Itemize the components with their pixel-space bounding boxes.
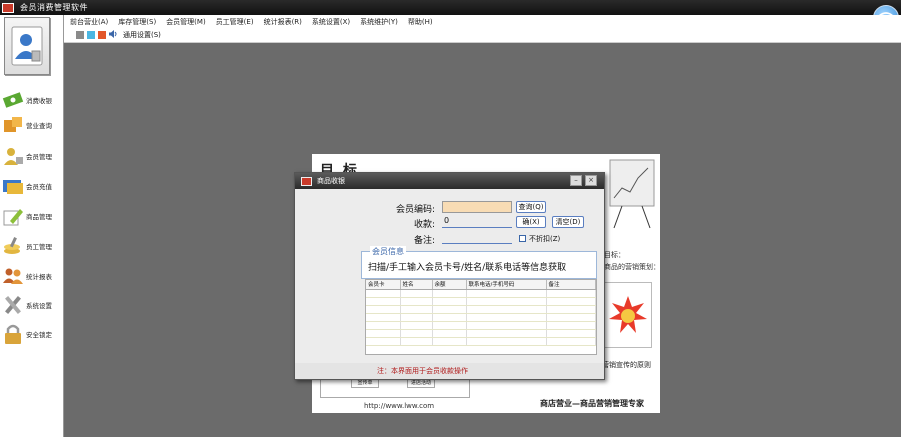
member-icon — [2, 145, 24, 167]
dialog-app-icon — [301, 176, 312, 186]
sidebar-item-staff[interactable]: 员工管理 — [2, 233, 62, 259]
menu-item-stock[interactable]: 库存管理(S) — [118, 17, 156, 27]
member-info-caption: 会员信息 — [370, 246, 406, 257]
col-card[interactable]: 会员卡 — [366, 280, 401, 290]
close-button[interactable]: × — [585, 175, 597, 186]
window-title: 会员消费管理软件 — [20, 3, 88, 12]
member-table: 会员卡 姓名 余额 联系电话/手机号码 备注 — [365, 279, 597, 355]
app-icon — [2, 2, 14, 13]
coins-icon — [2, 235, 24, 257]
menu-item-member[interactable]: 会员管理(M) — [166, 17, 206, 27]
title-bar: 会员消费管理软件 — [0, 0, 901, 15]
amount-input[interactable]: 0 — [442, 216, 512, 228]
table-row[interactable] — [366, 337, 596, 346]
table-row[interactable] — [366, 289, 596, 298]
doc-url: http://www.lww.com — [364, 402, 435, 410]
sidebar: 消费收银 营业查询 会员管理 会员充值 商品管理 员工管理 统计报表 系统设置 … — [0, 15, 64, 437]
money-icon — [2, 89, 24, 111]
amount-label: 收款: — [413, 220, 435, 230]
minimize-button[interactable]: – — [570, 175, 582, 186]
sidebar-item-sales-query[interactable]: 营业查询 — [2, 112, 62, 138]
checkout-dialog: 商品收银 – × 会员编码: 查询(Q) 收款: 0 确(X) 清空(D) 备注… — [294, 172, 605, 380]
lock-icon — [2, 323, 24, 345]
note-label: 备注: — [413, 236, 435, 246]
doc-activity-button: 进店活动 — [407, 379, 435, 388]
menu-bar: 前台营业(A) 库存管理(S) 会员管理(M) 员工管理(E) 统计报表(R) … — [64, 15, 901, 43]
chart-easel-icon — [608, 158, 656, 230]
dialog-title-bar: 商品收银 — [295, 173, 604, 189]
menu-items: 前台营业(A) 库存管理(S) 会员管理(M) 员工管理(E) 统计报表(R) … — [70, 17, 433, 27]
note-input[interactable] — [442, 232, 512, 244]
sidebar-item-checkout[interactable]: 消费收银 — [2, 87, 62, 113]
col-name[interactable]: 姓名 — [400, 280, 433, 290]
member-no-input[interactable] — [442, 201, 512, 213]
col-remark[interactable]: 备注 — [546, 280, 596, 290]
orange-square-icon[interactable] — [98, 31, 106, 39]
toolbar: 通用设置(S) — [76, 30, 161, 40]
member-info-group: 会员信息 扫描/手工输入会员卡号/姓名/联系电话等信息获取 — [361, 246, 597, 279]
menu-item-maintenance[interactable]: 系统维护(Y) — [360, 17, 398, 27]
member-info-text: 扫描/手工输入会员卡号/姓名/联系电话等信息获取 — [368, 263, 567, 273]
doc-note-strategy: 商品的营销策划： — [604, 263, 660, 271]
no-discount-checkbox[interactable] — [519, 235, 526, 242]
doc-footer: 商店营业—商品营销管理专家 — [540, 399, 644, 408]
table-row[interactable] — [366, 313, 596, 322]
blue-square-icon[interactable] — [87, 31, 95, 39]
toolbar-settings-label[interactable]: 通用设置(S) — [123, 30, 161, 40]
user-icon — [11, 26, 43, 66]
sidebar-item-lock[interactable]: 安全锁定 — [2, 321, 62, 347]
sidebar-item-member[interactable]: 会员管理 — [2, 143, 62, 169]
gray-square-icon[interactable] — [76, 31, 84, 39]
doc-note-principle: 营销宣传的原则 — [602, 361, 651, 369]
tools-icon — [2, 294, 24, 316]
status-text: 注：本界面用于会员收款操作 — [295, 363, 604, 379]
boxes-icon — [2, 114, 24, 136]
dialog-title: 商品收银 — [317, 177, 345, 185]
table-row[interactable] — [366, 305, 596, 314]
users-icon — [2, 265, 24, 287]
sidebar-item-recharge[interactable]: 会员充值 — [2, 173, 62, 199]
search-button[interactable]: 查询(Q) — [516, 201, 546, 213]
sidebar-item-goods[interactable]: 商品管理 — [2, 203, 62, 229]
speaker-icon[interactable] — [109, 30, 118, 40]
menu-item-report[interactable]: 统计报表(R) — [264, 17, 302, 27]
menu-item-help[interactable]: 帮助(H) — [408, 17, 433, 27]
col-phone[interactable]: 联系电话/手机号码 — [466, 280, 547, 290]
table-row[interactable] — [366, 321, 596, 330]
clear-button[interactable]: 清空(D) — [552, 216, 584, 228]
card-icon — [2, 175, 24, 197]
member-no-label: 会员编码: — [395, 205, 435, 215]
doc-note-goal: 目标： — [604, 251, 625, 259]
col-balance[interactable]: 余额 — [432, 280, 467, 290]
table-row[interactable] — [366, 329, 596, 338]
sidebar-item-reports[interactable]: 统计报表 — [2, 263, 62, 289]
menu-item-staff[interactable]: 员工管理(E) — [216, 17, 254, 27]
no-discount-label: 不折扣(Z) — [529, 235, 561, 243]
doc-leaflet-button: 宣传单 — [351, 379, 379, 388]
table-row[interactable] — [366, 297, 596, 306]
user-avatar[interactable] — [4, 17, 50, 75]
ok-button[interactable]: 确(X) — [516, 216, 546, 228]
edit-icon — [2, 205, 24, 227]
menu-item-settings[interactable]: 系统设置(X) — [312, 17, 350, 27]
menu-item-sales[interactable]: 前台营业(A) — [70, 17, 108, 27]
promo-burst-icon — [604, 282, 652, 348]
sidebar-item-settings[interactable]: 系统设置 — [2, 292, 62, 318]
